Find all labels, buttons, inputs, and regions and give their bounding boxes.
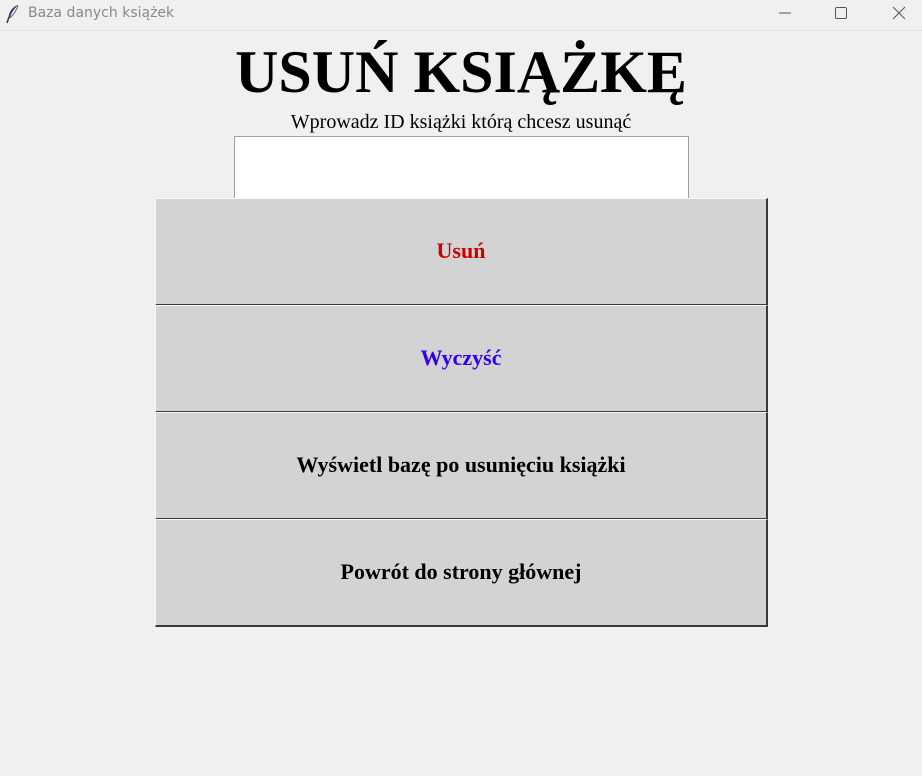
clear-button[interactable]: Wyczyść	[155, 305, 768, 413]
close-button[interactable]	[876, 0, 922, 28]
maximize-button[interactable]	[818, 0, 864, 28]
show-database-button-label: Wyświetl bazę po usunięciu książki	[296, 452, 626, 477]
clear-button-label: Wyczyść	[420, 345, 502, 370]
back-to-home-button[interactable]: Powrót do strony głównej	[155, 519, 768, 627]
book-id-input[interactable]	[234, 136, 689, 198]
window-title: Baza danych książek	[28, 5, 175, 21]
minimize-icon	[779, 12, 791, 14]
app-window: Baza danych książek USUŃ KSIĄŻKĘ Wprowad…	[0, 0, 922, 776]
page-title: USUŃ KSIĄŻKĘ	[235, 39, 687, 105]
minimize-button[interactable]	[762, 0, 808, 28]
delete-button[interactable]: Usuń	[155, 198, 768, 306]
book-id-label: Wprowadz ID książki którą chcesz usunąć	[290, 111, 632, 133]
delete-button-label: Usuń	[436, 238, 486, 263]
close-icon	[892, 6, 906, 20]
back-to-home-button-label: Powrót do strony głównej	[340, 559, 582, 584]
title-bar[interactable]: Baza danych książek	[0, 0, 922, 31]
maximize-icon	[835, 7, 847, 19]
feather-icon	[6, 4, 20, 24]
show-database-button[interactable]: Wyświetl bazę po usunięciu książki	[155, 412, 768, 520]
